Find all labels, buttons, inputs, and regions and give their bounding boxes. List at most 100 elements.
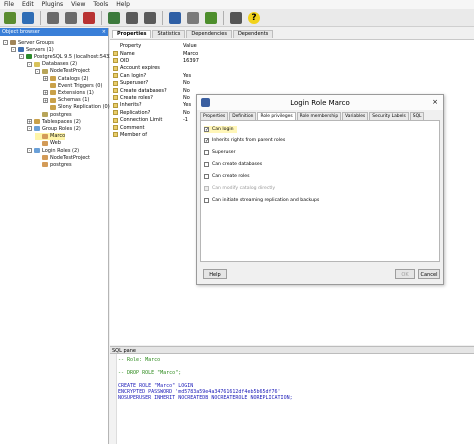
menu-help[interactable]: Help [112, 1, 134, 8]
property-row: Create databases? No [110, 87, 190, 94]
checkbox-can-create-roles[interactable]: Can create roles [204, 173, 250, 180]
property-value: Yes [183, 72, 192, 79]
refresh-icon[interactable] [20, 10, 36, 26]
tab-dependents[interactable]: Dependents [232, 30, 274, 38]
properties-icon[interactable] [45, 10, 61, 26]
dialog-tab-role-membership[interactable]: Role membership [296, 112, 342, 120]
checkbox-box[interactable]: ✓ [204, 138, 209, 144]
dialog-tab-variables[interactable]: Variables [342, 112, 369, 120]
tree-item[interactable]: Marco [35, 132, 66, 140]
tree-item[interactable]: postgres [35, 161, 72, 168]
hint-icon[interactable] [228, 10, 244, 26]
menu-edit[interactable]: Edit [18, 1, 38, 8]
checkbox-can-create-databases[interactable]: Can create databases [204, 161, 262, 168]
property-icon [113, 132, 118, 138]
view-data-icon[interactable] [142, 10, 158, 26]
close-icon[interactable]: × [102, 29, 106, 35]
tree-item[interactable]: - Databases (2) [27, 61, 77, 68]
property-name: Can login? [120, 72, 147, 79]
dialog-tab-properties[interactable]: Properties [200, 112, 229, 120]
tree-item[interactable]: postgres [35, 111, 72, 118]
property-icon [113, 88, 118, 93]
cancel-button[interactable]: Cancel [418, 269, 440, 279]
menu-view[interactable]: View [67, 1, 89, 8]
dialog-close-icon[interactable]: × [430, 97, 440, 107]
checkbox-can-login[interactable]: ✓ Can login [204, 126, 237, 133]
tab-dependencies[interactable]: Dependencies [186, 30, 232, 38]
dialog-tab-role-privileges[interactable]: Role privileges [257, 112, 296, 120]
tree-item[interactable]: - Servers (1) [11, 46, 54, 53]
tree-item[interactable]: Web [35, 140, 61, 147]
property-name: Member of [120, 131, 147, 138]
checkbox-box[interactable] [204, 162, 209, 167]
checkbox-box[interactable] [204, 150, 209, 155]
tree-node-icon [42, 112, 48, 117]
checkbox-box[interactable] [204, 186, 209, 191]
tree-item-label: Servers (1) [26, 46, 54, 53]
checkbox-superuser[interactable]: Superuser [204, 149, 235, 156]
tree-node-icon [42, 133, 48, 139]
expander-icon[interactable]: - [11, 47, 16, 53]
tree-node-icon [50, 104, 56, 110]
menu-plugins[interactable]: Plugins [38, 1, 68, 8]
tree-item[interactable]: - PostgreSQL 9.5 (localhost:5432) [19, 53, 114, 60]
property-name: Superuser? [120, 80, 149, 87]
maintenance-icon[interactable] [185, 10, 201, 26]
property-value: No [183, 109, 190, 116]
expander-icon[interactable]: - [3, 40, 8, 45]
expander-icon[interactable]: + [27, 119, 32, 125]
expander-icon[interactable]: - [27, 148, 32, 153]
filter-icon[interactable] [167, 10, 183, 26]
checkbox-inherits-rights-from-parent-roles[interactable]: ✓ Inherits rights from parent roles [204, 137, 285, 144]
query-icon-glyph [126, 11, 138, 24]
toolbar-separator [40, 10, 41, 25]
tree-item[interactable]: + Extensions (1) [43, 89, 94, 96]
tree-item[interactable]: Slony Replication (0) [43, 104, 110, 111]
property-row: Can login? Yes [110, 72, 191, 79]
tree-item[interactable]: - Login Roles (2) [27, 147, 79, 154]
expander-icon[interactable]: - [27, 126, 32, 132]
tree-item[interactable]: - NodeTestProject [35, 68, 90, 75]
delete-icon[interactable] [81, 10, 97, 26]
query-icon[interactable] [124, 10, 140, 26]
checkbox-label: Can initiate streaming replication and b… [212, 198, 320, 203]
checkbox-box[interactable] [204, 198, 209, 203]
help-button[interactable]: Help [203, 269, 227, 279]
expander-icon[interactable]: + [43, 97, 48, 103]
plugins-icon[interactable] [203, 10, 219, 26]
checkbox-box[interactable] [204, 174, 209, 179]
dialog-tab-sql[interactable]: SQL [409, 112, 425, 120]
tree-item[interactable]: - Server Groups [3, 39, 54, 46]
tree-item[interactable]: Event Triggers (0) [43, 82, 102, 89]
tree-item[interactable]: + Tablespaces (2) [27, 118, 81, 125]
tree-item[interactable]: + Schemas (1) [43, 97, 89, 104]
checkbox-can-initiate-streaming-replication-and-backups[interactable]: Can initiate streaming replication and b… [204, 197, 319, 204]
expander-icon[interactable]: - [19, 54, 24, 60]
property-name: Comment [120, 124, 145, 131]
expander-icon[interactable]: - [35, 68, 40, 74]
create-icon[interactable] [63, 10, 79, 26]
sql-icon[interactable] [106, 10, 122, 26]
dialog-tab-definition[interactable]: Definition [229, 112, 257, 120]
tab-properties[interactable]: Properties [112, 30, 152, 38]
tree-item[interactable]: NodeTestProject [35, 154, 90, 161]
tab-statistics[interactable]: Statistics [152, 30, 186, 38]
dialog-tab-security-labels[interactable]: Security Labels [369, 112, 409, 120]
tree-item-label: Schemas (1) [58, 97, 90, 104]
ok-button[interactable]: OK [395, 269, 415, 279]
property-icon [113, 73, 118, 79]
menu-tools[interactable]: Tools [89, 1, 112, 8]
plug-icon[interactable] [2, 10, 18, 26]
expander-icon[interactable]: + [43, 76, 48, 81]
tree-item[interactable]: - Group Roles (2) [27, 125, 81, 132]
sql-pane[interactable]: -- Role: Marco -- DROP ROLE "Marco"; CREAT… [110, 354, 474, 444]
expander-icon[interactable]: - [27, 61, 32, 67]
tree-node-icon [26, 54, 32, 60]
property-row: Name Marco [110, 50, 198, 57]
menu-file[interactable]: File [0, 1, 18, 8]
expander-icon[interactable]: + [43, 90, 48, 96]
checkbox-box[interactable]: ✓ [204, 127, 209, 133]
help-icon[interactable]: ? [246, 10, 262, 26]
tree-item[interactable]: + Catalogs (2) [43, 75, 88, 82]
checkbox-label: Can create roles [212, 174, 250, 179]
